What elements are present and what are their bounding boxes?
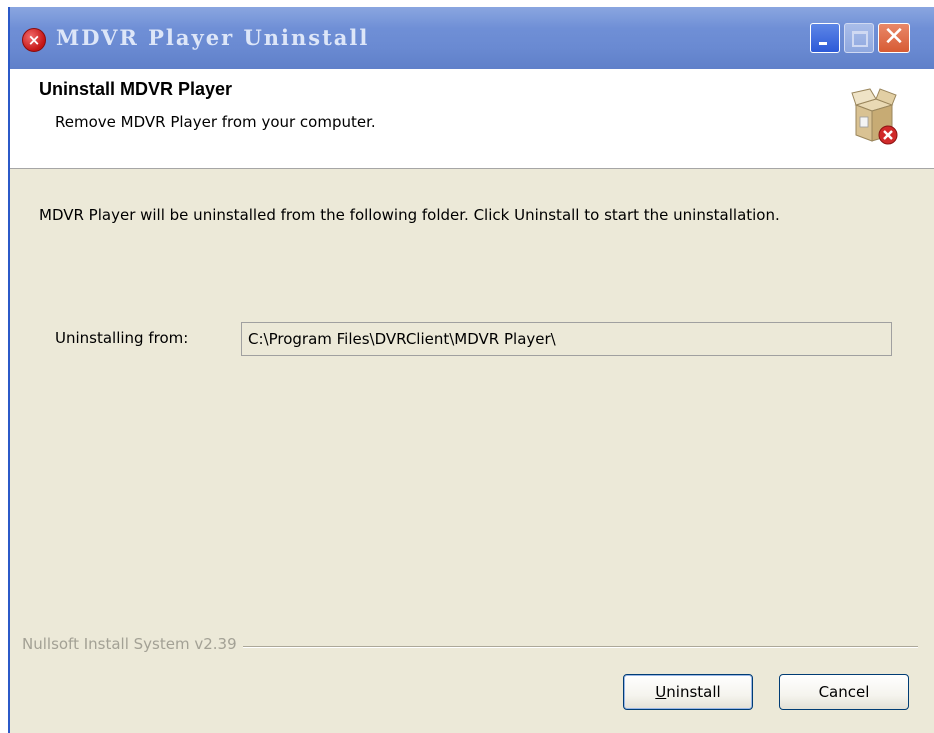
title-bar[interactable]: × MDVR Player Uninstall ✕ <box>10 7 934 69</box>
page-title: Uninstall MDVR Player <box>39 79 233 99</box>
package-remove-icon <box>851 88 898 145</box>
maximize-button <box>844 23 874 53</box>
cancel-button[interactable]: Cancel <box>779 674 909 710</box>
uninstall-description: MDVR Player will be uninstalled from the… <box>39 206 780 224</box>
folder-label: Uninstalling from: <box>55 329 189 347</box>
uninstall-dialog: × MDVR Player Uninstall ✕ Uninstall MDVR… <box>8 7 934 733</box>
minimize-button[interactable] <box>810 23 840 53</box>
installer-branding: Nullsoft Install System v2.39 <box>22 635 243 653</box>
window-title: MDVR Player Uninstall <box>56 25 370 50</box>
close-icon: ✕ <box>883 22 905 52</box>
close-button[interactable]: ✕ <box>878 23 910 53</box>
folder-path-field[interactable]: C:\Program Files\DVRClient\MDVR Player\ <box>241 322 892 356</box>
uninstall-error-icon: × <box>22 28 46 52</box>
uninstall-label: ninstall <box>666 683 721 701</box>
uninstall-mnemonic: U <box>655 683 667 701</box>
page-subtitle: Remove MDVR Player from your computer. <box>55 113 376 131</box>
header-banner: Uninstall MDVR Player Remove MDVR Player… <box>10 69 934 169</box>
uninstall-button[interactable]: Uninstall <box>623 674 753 710</box>
